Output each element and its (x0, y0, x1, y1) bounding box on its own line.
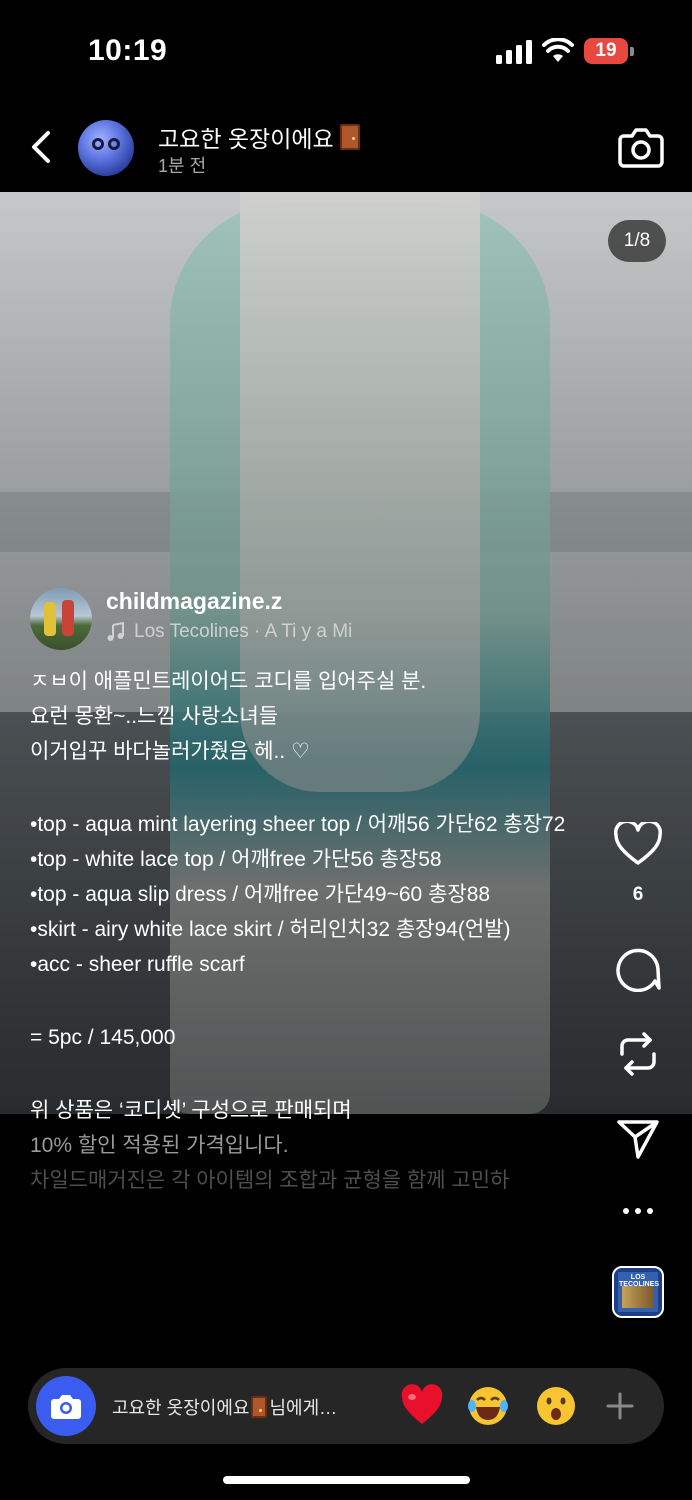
post-time: 1분 전 (158, 156, 207, 176)
item-line: •skirt - airy white lace skirt / 허리인치32 … (30, 918, 511, 941)
repost-icon (620, 1032, 656, 1076)
camera-icon (51, 1395, 81, 1419)
note-line: 차일드매거진은 각 아이템의 조합과 균형을 함께 고민하 (30, 1169, 510, 1192)
like-count: 6 (632, 884, 644, 905)
music-album-thumbnail[interactable]: LOS TECOLINES (612, 1266, 664, 1318)
post-user-avatar[interactable] (30, 588, 92, 650)
item-line: •top - white lace top / 어깨free 가단56 총장58 (30, 848, 442, 871)
share-button[interactable] (612, 1118, 664, 1160)
song-info[interactable]: Los Tecolines · A Ti y a Mi (106, 621, 352, 643)
item-line: •top - aqua slip dress / 어깨free 가단49~60 … (30, 883, 491, 906)
home-indicator[interactable] (223, 1476, 470, 1484)
story-header: 고요한 옷장이에요 1분 전 (0, 100, 692, 192)
send-paper-plane-icon (617, 1120, 659, 1159)
caption-line: 이거입꾸 바다놀러가줬음 헤.. ♡ (30, 740, 310, 763)
battery-icon: 19 (584, 38, 634, 64)
reply-bar: 고요한 옷장이에요 님에게… (28, 1368, 664, 1444)
message-placeholder-suffix: 님에게… (269, 1398, 338, 1418)
message-input[interactable]: 고요한 옷장이에요 님에게… (112, 1394, 337, 1420)
item-line: •top - aqua mint layering sheer top / 어깨… (30, 813, 566, 836)
caption-line: ㅈㅂ이 애플민트레이어드 코디를 입어주실 분. (30, 670, 427, 693)
reply-camera-button[interactable] (36, 1376, 96, 1436)
repost-button[interactable] (612, 1030, 664, 1078)
status-bar: 10:19 19 (0, 0, 692, 100)
note-line: 위 상품은 ‘코디셋’ 구성으로 판매되며 (30, 1099, 352, 1122)
wifi-icon (542, 38, 574, 62)
heart-emoji-icon[interactable] (400, 1384, 444, 1428)
camera-icon[interactable] (618, 126, 664, 168)
door-emoji-icon (339, 124, 360, 150)
music-note-icon (107, 622, 124, 641)
more-options-icon[interactable] (618, 1196, 658, 1226)
price-line: = 5pc / 145,000 (30, 1026, 176, 1049)
message-placeholder-name: 고요한 옷장이에요 (112, 1398, 250, 1418)
comment-button[interactable] (612, 946, 664, 992)
like-button[interactable] (612, 822, 664, 866)
photo-pager: 1/8 (608, 220, 666, 262)
item-line: •acc - sheer ruffle scarf (30, 953, 245, 976)
author-name[interactable]: 고요한 옷장이에요 (158, 120, 360, 154)
author-name-text: 고요한 옷장이에요 (158, 126, 334, 152)
comment-bubble-icon (616, 948, 661, 992)
song-title: Los Tecolines · A Ti y a Mi (134, 621, 353, 642)
battery-level: 19 (595, 40, 617, 61)
back-chevron-icon[interactable] (28, 130, 54, 164)
add-reaction-plus-icon[interactable] (600, 1386, 640, 1426)
heart-icon (613, 822, 663, 865)
post-username[interactable]: childmagazine.z (106, 588, 282, 615)
status-time: 10:19 (88, 34, 168, 67)
cellular-signal-icon (496, 40, 532, 64)
surprised-emoji-icon[interactable] (534, 1384, 578, 1428)
author-avatar[interactable] (78, 120, 134, 176)
caption-line: 요런 몽환~..느낌 사랑소녀들 (30, 705, 279, 728)
post-caption: ㅈㅂ이 애플민트레이어드 코디를 입어주실 분. 요런 몽환~..느낌 사랑소녀… (30, 664, 590, 1198)
door-emoji-icon (251, 1396, 268, 1418)
note-line: 10% 할인 적용된 가격입니다. (30, 1134, 289, 1157)
laughing-emoji-icon[interactable] (466, 1384, 510, 1428)
